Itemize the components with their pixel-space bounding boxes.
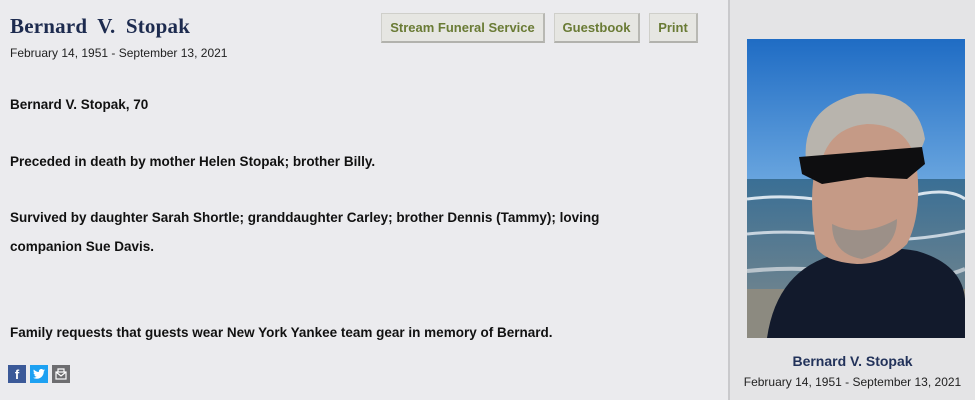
email-icon[interactable] bbox=[52, 365, 70, 383]
print-button[interactable]: Print bbox=[649, 13, 698, 43]
obituary-paragraph: Family requests that guests wear New Yor… bbox=[10, 325, 553, 340]
stream-funeral-service-button[interactable]: Stream Funeral Service bbox=[381, 13, 545, 43]
facebook-icon[interactable]: f bbox=[8, 365, 26, 383]
sidebar-name: Bernard V. Stopak bbox=[792, 353, 913, 369]
twitter-icon[interactable] bbox=[30, 365, 48, 383]
obituary-main: Bernard V. Stopak February 14, 1951 - Se… bbox=[0, 0, 728, 400]
obituary-name: Bernard V. Stopak bbox=[10, 14, 191, 38]
share-buttons: f bbox=[8, 365, 70, 383]
obituary-paragraph: Bernard V. Stopak, 70 bbox=[10, 97, 149, 112]
obituary-paragraph: Survived by daughter Sarah Shortle; gran… bbox=[10, 210, 600, 254]
obituary-dates: February 14, 1951 - September 13, 2021 bbox=[10, 46, 228, 60]
obituary-paragraph: Preceded in death by mother Helen Stopak… bbox=[10, 154, 376, 169]
portrait-photo bbox=[747, 39, 965, 338]
sidebar-dates: February 14, 1951 - September 13, 2021 bbox=[743, 375, 962, 389]
guestbook-button[interactable]: Guestbook bbox=[554, 13, 640, 43]
